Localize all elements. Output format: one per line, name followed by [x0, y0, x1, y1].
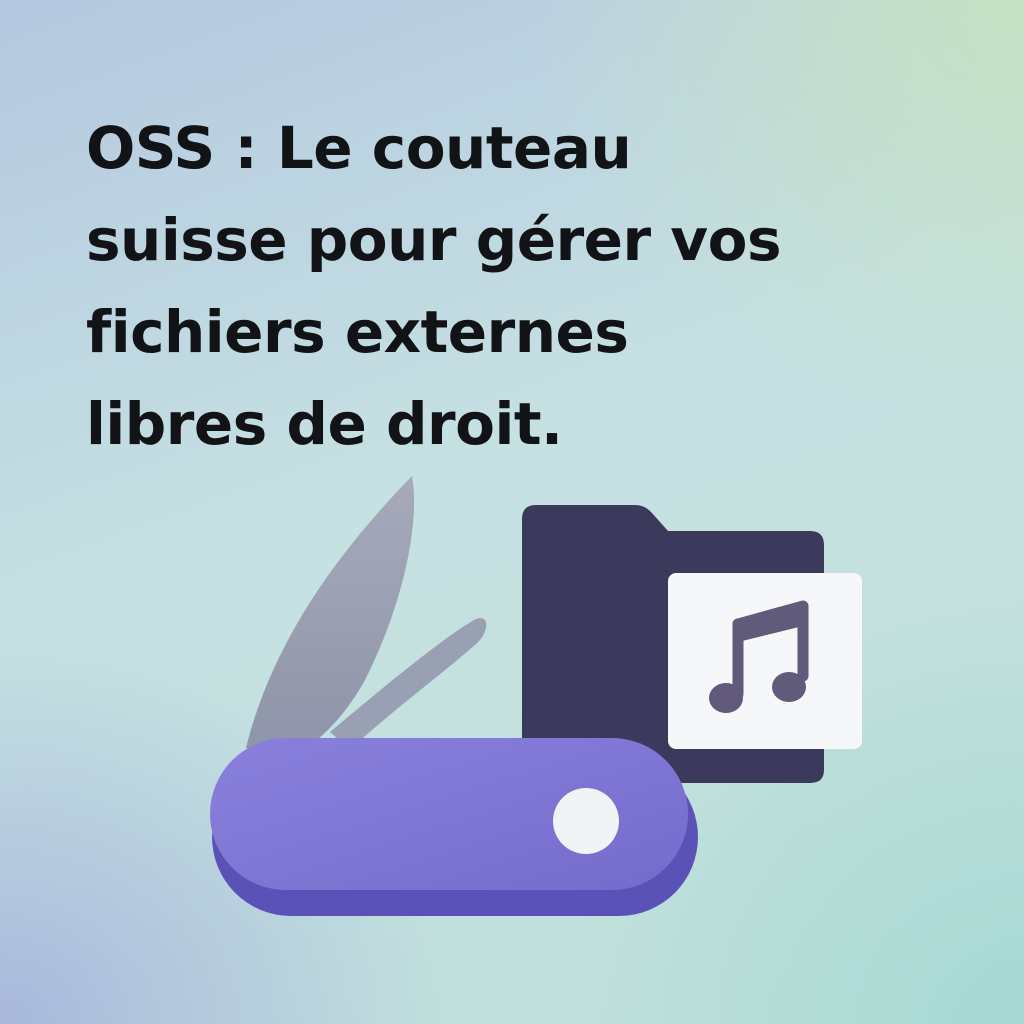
illustration	[210, 476, 862, 916]
knife-rivet	[553, 788, 619, 854]
music-file-card	[668, 573, 862, 749]
